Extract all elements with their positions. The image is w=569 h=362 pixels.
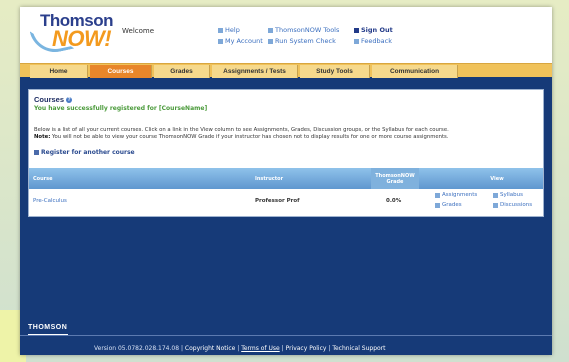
footer-divider xyxy=(20,335,552,336)
table-row: Pre-Calculus Professor Prof 0.0% Assignm… xyxy=(29,189,543,212)
column-header-view: View xyxy=(490,175,504,182)
tab-grades[interactable]: Grades xyxy=(154,65,210,78)
privacy-policy-link[interactable]: Privacy Policy xyxy=(286,345,327,352)
terms-of-use-link[interactable]: Terms of Use xyxy=(241,345,279,352)
technical-support-link[interactable]: Technical Support xyxy=(332,345,385,352)
tab-assignments-tests[interactable]: Assignments / Tests xyxy=(212,65,298,78)
course-link[interactable]: Pre-Calculus xyxy=(33,189,243,212)
tab-communication[interactable]: Communication xyxy=(372,65,458,78)
grades-icon xyxy=(435,202,440,208)
my-account-link[interactable]: My Account xyxy=(218,37,263,45)
system-check-icon xyxy=(268,38,273,44)
main-nav-tabs: Home Courses Grades Assignments / Tests … xyxy=(20,63,552,78)
assignments-icon xyxy=(435,192,440,198)
account-icon xyxy=(218,38,223,44)
column-header-grade: ThomsonNOW Grade xyxy=(371,168,419,189)
courses-table: Course Instructor ThomsonNOW Grade View … xyxy=(29,168,543,212)
help-icon xyxy=(218,27,223,33)
header-links: Help ThomsonNOW Tools Sign Out My Accoun… xyxy=(218,26,548,50)
run-system-check-link[interactable]: Run System Check xyxy=(268,37,336,45)
welcome-text: Welcome xyxy=(122,27,155,35)
discussions-icon xyxy=(493,202,498,208)
page-title: Courses ? xyxy=(34,95,73,104)
tab-courses[interactable]: Courses xyxy=(90,65,152,78)
help-link[interactable]: Help xyxy=(218,26,240,34)
feedback-icon xyxy=(354,38,359,44)
success-message: You have successfully registered for [Co… xyxy=(34,105,208,112)
tab-home[interactable]: Home xyxy=(30,65,88,78)
feedback-link[interactable]: Feedback xyxy=(354,37,392,45)
thomsonnow-tools-link[interactable]: ThomsonNOW Tools xyxy=(268,26,339,34)
page-header: Thomson NOW! Welcome Help ThomsonNOW Too… xyxy=(20,7,552,63)
sign-out-icon xyxy=(354,27,359,33)
view-syllabus-link[interactable]: Syllabus xyxy=(493,192,523,198)
copyright-notice-link[interactable]: Copyright Notice xyxy=(185,345,235,352)
view-assignments-link[interactable]: Assignments xyxy=(435,192,477,198)
column-header-course: Course xyxy=(33,175,53,182)
help-info-icon[interactable]: ? xyxy=(66,96,73,103)
course-grade: 0.0% xyxy=(386,197,402,204)
footer-links: Version 05.0782.028.174.08 | Copyright N… xyxy=(94,345,386,352)
tab-study-tools[interactable]: Study Tools xyxy=(300,65,370,78)
register-icon xyxy=(34,150,39,155)
course-info-text: Below is a list of all your current cour… xyxy=(34,127,449,140)
register-another-course-link[interactable]: Register for another course xyxy=(34,149,135,156)
thomsonnow-logo[interactable]: Thomson NOW! xyxy=(29,11,114,57)
courses-panel: Courses ? You have successfully register… xyxy=(28,89,544,217)
table-header-row: Course Instructor ThomsonNOW Grade View xyxy=(29,168,543,189)
logo-text-now: NOW! xyxy=(52,26,112,51)
tools-icon xyxy=(268,27,273,33)
browser-window: Thomson NOW! Welcome Help ThomsonNOW Too… xyxy=(20,7,552,355)
view-discussions-link[interactable]: Discussions xyxy=(493,202,532,208)
column-header-instructor: Instructor xyxy=(255,175,284,182)
footer-thomson-logo: THOMSON xyxy=(28,324,68,331)
sign-out-link[interactable]: Sign Out xyxy=(354,26,393,34)
syllabus-icon xyxy=(493,192,498,198)
view-grades-link[interactable]: Grades xyxy=(435,202,462,208)
instructor-name: Professor Prof xyxy=(255,197,300,204)
